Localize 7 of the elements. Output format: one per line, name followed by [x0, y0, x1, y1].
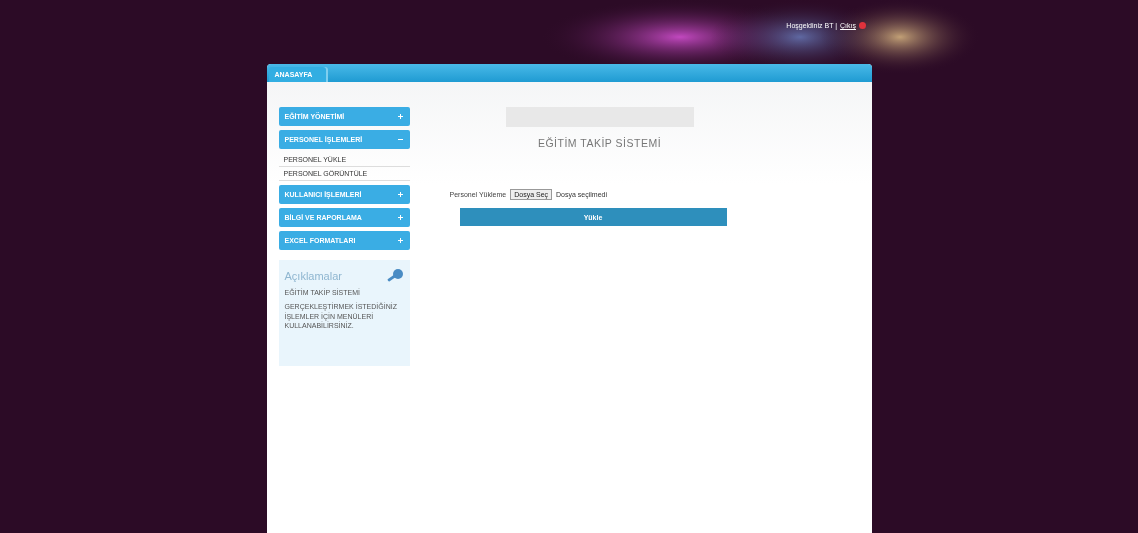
page-title: EĞİTİM TAKİP SİSTEMİ [537, 137, 662, 149]
plus-icon [397, 192, 403, 197]
notes-title: Açıklamalar [284, 270, 342, 282]
key-icon [385, 268, 404, 284]
plus-icon [397, 114, 403, 119]
plus-icon [397, 215, 403, 220]
plus-icon [397, 238, 403, 243]
